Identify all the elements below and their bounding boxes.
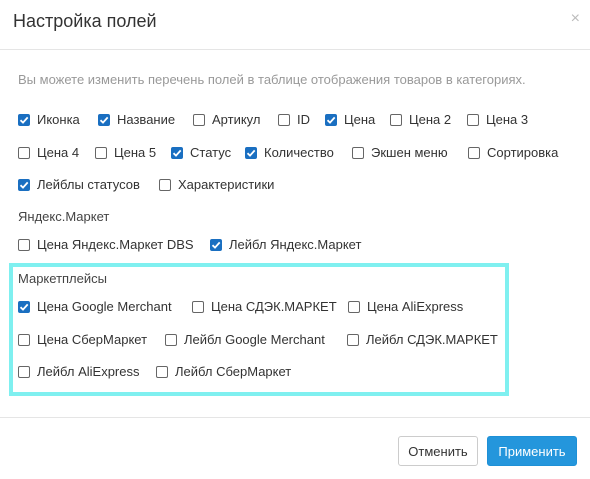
marketplace-checkbox-cdek-label[interactable]: Лейбл СДЭК.МАРКЕТ [347, 332, 498, 347]
apply-button[interactable]: Применить [487, 436, 577, 466]
checkbox[interactable] [18, 333, 30, 346]
checkbox[interactable] [18, 178, 30, 191]
check-icon [246, 149, 256, 157]
checkbox-label: Цена AliExpress [367, 299, 464, 314]
checkbox-label: Цена [344, 112, 376, 127]
checkbox[interactable] [193, 113, 205, 126]
marketplace-checkbox-sbermarket-price[interactable]: Цена СберМаркет [18, 332, 147, 347]
checkbox[interactable] [348, 300, 360, 313]
checkbox[interactable] [468, 146, 480, 159]
field-checkbox-price2[interactable]: Цена 2 [390, 112, 451, 127]
checkbox[interactable] [390, 113, 402, 126]
checkbox-label: Иконка [37, 112, 80, 127]
checkbox[interactable] [18, 300, 30, 313]
yandex-checkbox-price-dbs[interactable]: Цена Яндекс.Маркет DBS [18, 237, 194, 252]
checkbox-label: Цена 4 [37, 145, 80, 160]
checkbox-label: Количество [264, 145, 334, 160]
checkbox[interactable] [18, 146, 30, 159]
field-checkbox-quantity[interactable]: Количество [245, 145, 334, 160]
field-checkbox-price4[interactable]: Цена 4 [18, 145, 79, 160]
check-icon [19, 303, 29, 311]
checkbox[interactable] [347, 333, 359, 346]
marketplace-checkbox-cdek-price[interactable]: Цена СДЭК.МАРКЕТ [192, 299, 337, 314]
field-checkbox-price3[interactable]: Цена 3 [467, 112, 528, 127]
checkbox[interactable] [352, 146, 364, 159]
close-icon[interactable]: × [571, 10, 580, 28]
checkbox[interactable] [165, 333, 177, 346]
field-checkbox-icon-col[interactable]: Иконка [18, 112, 80, 127]
check-icon [99, 116, 109, 124]
checkbox-label: Сортировка [487, 145, 559, 160]
check-icon [211, 241, 221, 249]
checkbox-label: Лейблы статусов [37, 177, 140, 192]
field-checkbox-sku[interactable]: Артикул [193, 112, 260, 127]
checkbox-label: Цена СДЭК.МАРКЕТ [211, 299, 337, 314]
check-icon [19, 116, 29, 124]
dialog-header: Настройка полей × [0, 0, 590, 50]
checkbox-label: Лейбл Яндекс.Маркет [229, 237, 362, 252]
checkbox[interactable] [192, 300, 204, 313]
marketplace-checkbox-google-price[interactable]: Цена Google Merchant [18, 299, 172, 314]
field-checkbox-status-labels[interactable]: Лейблы статусов [18, 177, 140, 192]
checkbox-label: Цена 5 [114, 145, 157, 160]
checkbox[interactable] [325, 113, 337, 126]
checkbox-label: Цена 3 [486, 112, 529, 127]
cancel-button[interactable]: Отменить [398, 436, 478, 466]
marketplace-checkbox-aliexpress-label[interactable]: Лейбл AliExpress [18, 364, 140, 379]
checkbox-label: Лейбл СДЭК.МАРКЕТ [366, 332, 498, 347]
checkbox-label: Цена Яндекс.Маркет DBS [37, 237, 194, 252]
checkbox[interactable] [210, 238, 222, 251]
checkbox-label: Экшен меню [371, 145, 448, 160]
checkbox-label: Название [117, 112, 176, 127]
section-title-yandex: Яндекс.Маркет [18, 209, 110, 224]
checkbox-label: Лейбл Google Merchant [184, 332, 325, 347]
check-icon [326, 116, 336, 124]
field-checkbox-sorting[interactable]: Сортировка [468, 145, 558, 160]
checkbox-label: Лейбл AliExpress [37, 364, 140, 379]
checkbox[interactable] [156, 365, 168, 378]
checkbox-label: Цена Google Merchant [37, 299, 172, 314]
field-checkbox-name[interactable]: Название [98, 112, 175, 127]
checkbox[interactable] [171, 146, 183, 159]
checkbox-label: Статус [190, 145, 232, 160]
checkbox-label: Цена СберМаркет [37, 332, 148, 347]
field-checkbox-price5[interactable]: Цена 5 [95, 145, 156, 160]
field-checkbox-action-menu[interactable]: Экшен меню [352, 145, 448, 160]
section-title-marketplaces: Маркетплейсы [18, 271, 107, 286]
checkbox[interactable] [18, 365, 30, 378]
dialog-title: Настройка полей [13, 11, 157, 31]
checkbox[interactable] [159, 178, 171, 191]
checkbox-label: Лейбл СберМаркет [175, 364, 292, 379]
checkbox[interactable] [278, 113, 290, 126]
marketplace-checkbox-aliexpress-price[interactable]: Цена AliExpress [348, 299, 463, 314]
field-checkbox-price[interactable]: Цена [325, 112, 375, 127]
checkbox[interactable] [245, 146, 257, 159]
checkbox-label: Характеристики [178, 177, 275, 192]
marketplace-checkbox-sbermarket-label[interactable]: Лейбл СберМаркет [156, 364, 291, 379]
checkbox[interactable] [98, 113, 110, 126]
hint-text: Вы можете изменить перечень полей в табл… [18, 72, 526, 87]
checkbox[interactable] [95, 146, 107, 159]
marketplace-checkbox-google-label[interactable]: Лейбл Google Merchant [165, 332, 325, 347]
checkbox[interactable] [467, 113, 479, 126]
checkbox[interactable] [18, 238, 30, 251]
checkbox[interactable] [18, 113, 30, 126]
field-checkbox-status[interactable]: Статус [171, 145, 231, 160]
footer-divider [0, 417, 590, 418]
yandex-checkbox-label[interactable]: Лейбл Яндекс.Маркет [210, 237, 361, 252]
checkbox-label: Артикул [212, 112, 261, 127]
field-checkbox-id[interactable]: ID [278, 112, 310, 127]
checkbox-label: Цена 2 [409, 112, 452, 127]
check-icon [172, 149, 182, 157]
field-checkbox-characteristics[interactable]: Характеристики [159, 177, 274, 192]
check-icon [19, 181, 29, 189]
checkbox-label: ID [297, 112, 310, 127]
